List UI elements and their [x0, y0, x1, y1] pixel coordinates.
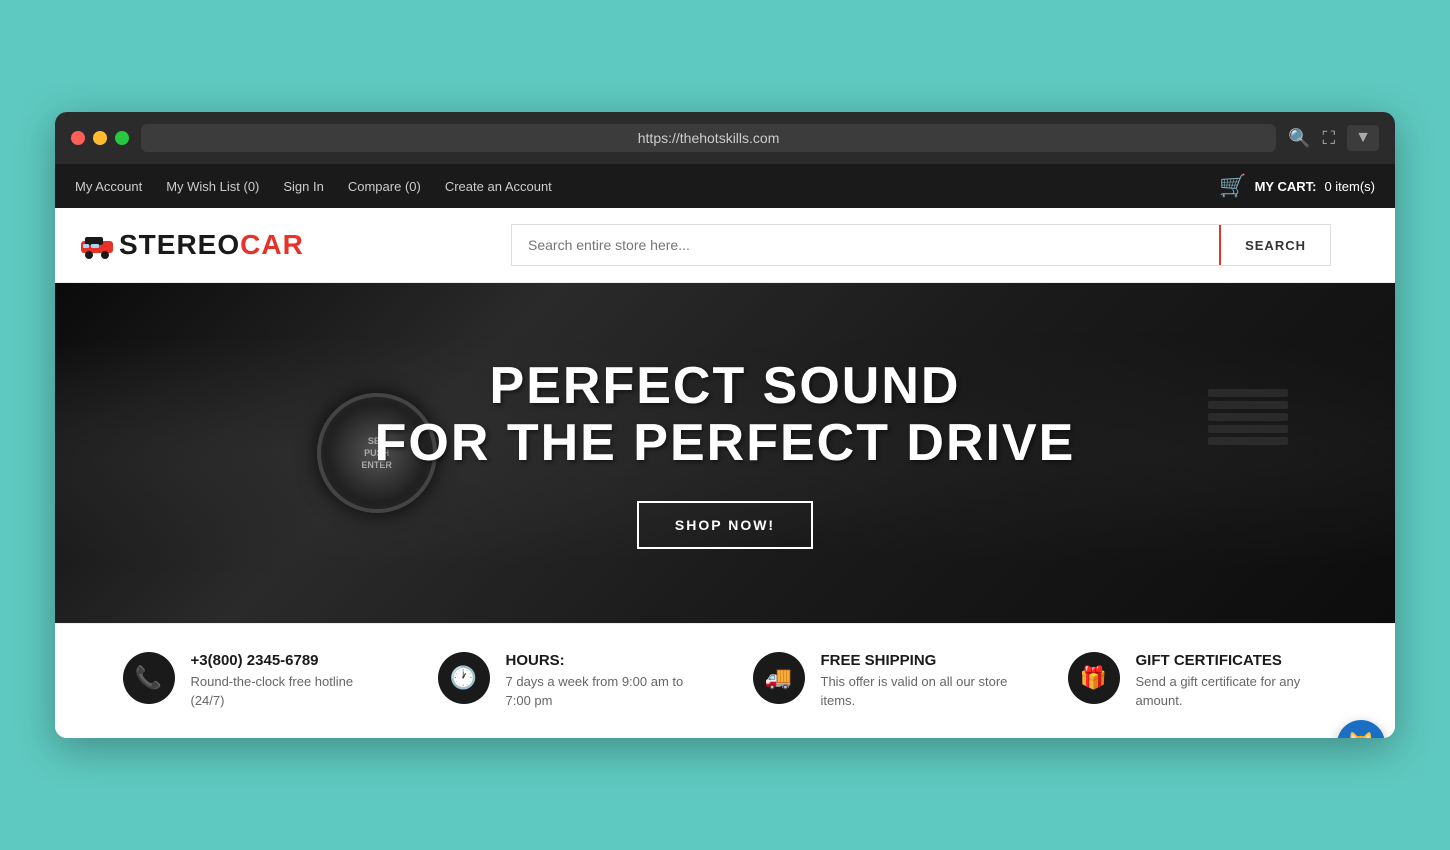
browser-chrome: https://thehotskills.com 🔍 ⛶ ▼	[55, 112, 1395, 164]
top-nav: My Account My Wish List (0) Sign In Comp…	[55, 164, 1395, 208]
hero-title-line1: PERFECT SOUND	[375, 358, 1076, 415]
traffic-lights	[71, 131, 129, 145]
dropdown-icon[interactable]: ▼	[1347, 125, 1379, 151]
maximize-button[interactable]	[115, 131, 129, 145]
feature-phone-title: +3(800) 2345-6789	[191, 652, 383, 669]
feature-gift: 🎁 GIFT CERTIFICATES Send a gift certific…	[1068, 652, 1328, 709]
top-nav-right: 🛒 MY CART: 0 item(s)	[1219, 173, 1375, 199]
logo-stereo: STEREO	[119, 229, 240, 260]
minimize-button[interactable]	[93, 131, 107, 145]
feature-shipping: 🚚 FREE SHIPPING This offer is valid on a…	[753, 652, 1013, 709]
search-area: SEARCH	[511, 224, 1331, 266]
feature-hours-text: HOURS: 7 days a week from 9:00 am to 7:0…	[506, 652, 698, 709]
feature-hours-title: HOURS:	[506, 652, 698, 669]
cart-icon: 🛒	[1219, 173, 1246, 199]
logo[interactable]: STEREOCAR	[79, 229, 304, 261]
hero-title-line2: FOR THE PERFECT DRIVE	[375, 415, 1076, 472]
shop-now-button[interactable]: SHOP NOW!	[637, 501, 813, 549]
create-account-link[interactable]: Create an Account	[445, 179, 552, 194]
wishlist-link[interactable]: My Wish List (0)	[166, 179, 259, 194]
gift-icon-glyph: 🎁	[1080, 665, 1107, 691]
feature-hours: 🕐 HOURS: 7 days a week from 9:00 am to 7…	[438, 652, 698, 709]
feature-shipping-desc: This offer is valid on all our store ite…	[821, 673, 1013, 709]
top-nav-left: My Account My Wish List (0) Sign In Comp…	[75, 179, 552, 194]
logo-icon	[79, 231, 115, 259]
features-strip: 📞 +3(800) 2345-6789 Round-the-clock free…	[55, 623, 1395, 737]
hours-icon-glyph: 🕐	[450, 665, 477, 691]
search-icon[interactable]: 🔍	[1288, 128, 1310, 149]
feature-phone-desc: Round-the-clock free hotline (24/7)	[191, 673, 383, 709]
my-account-link[interactable]: My Account	[75, 179, 142, 194]
site-wrapper: My Account My Wish List (0) Sign In Comp…	[55, 164, 1395, 737]
feature-shipping-text: FREE SHIPPING This offer is valid on all…	[821, 652, 1013, 709]
feature-gift-title: GIFT CERTIFICATES	[1136, 652, 1328, 669]
shipping-icon-glyph: 🚚	[765, 665, 792, 691]
phone-icon: 📞	[123, 652, 175, 704]
hours-icon: 🕐	[438, 652, 490, 704]
header-main: STEREOCAR SEARCH	[55, 208, 1395, 283]
cart-wrapper[interactable]: 🛒 MY CART: 0 item(s)	[1219, 173, 1375, 199]
compare-link[interactable]: Compare (0)	[348, 179, 421, 194]
feature-gift-desc: Send a gift certificate for any amount.	[1136, 673, 1328, 709]
expand-icon[interactable]: ⛶	[1323, 128, 1336, 149]
hero-stereo-buttons	[1208, 385, 1288, 449]
hero-content: PERFECT SOUND FOR THE PERFECT DRIVE SHOP…	[375, 358, 1076, 548]
feature-shipping-title: FREE SHIPPING	[821, 652, 1013, 669]
sign-in-link[interactable]: Sign In	[283, 179, 323, 194]
address-bar[interactable]: https://thehotskills.com	[141, 124, 1276, 152]
feature-hours-desc: 7 days a week from 9:00 am to 7:00 pm	[506, 673, 698, 709]
search-button[interactable]: SEARCH	[1219, 225, 1330, 265]
cart-count: 0 item(s)	[1324, 179, 1375, 194]
browser-window: https://thehotskills.com 🔍 ⛶ ▼ My Accoun…	[55, 112, 1395, 737]
hero-banner: SEL PUSH ENTER PERFECT SOUND FOR THE PER…	[55, 283, 1395, 623]
logo-car: CAR	[240, 229, 304, 260]
feature-phone-text: +3(800) 2345-6789 Round-the-clock free h…	[191, 652, 383, 709]
phone-icon-glyph: 📞	[135, 665, 162, 691]
feature-phone: 📞 +3(800) 2345-6789 Round-the-clock free…	[123, 652, 383, 709]
gift-icon: 🎁	[1068, 652, 1120, 704]
search-input[interactable]	[512, 225, 1219, 265]
url-text: https://thehotskills.com	[638, 130, 780, 146]
cart-label: MY CART:	[1255, 179, 1317, 194]
feature-gift-text: GIFT CERTIFICATES Send a gift certificat…	[1136, 652, 1328, 709]
browser-actions: 🔍 ⛶ ▼	[1288, 125, 1379, 151]
shipping-icon: 🚚	[753, 652, 805, 704]
close-button[interactable]	[71, 131, 85, 145]
